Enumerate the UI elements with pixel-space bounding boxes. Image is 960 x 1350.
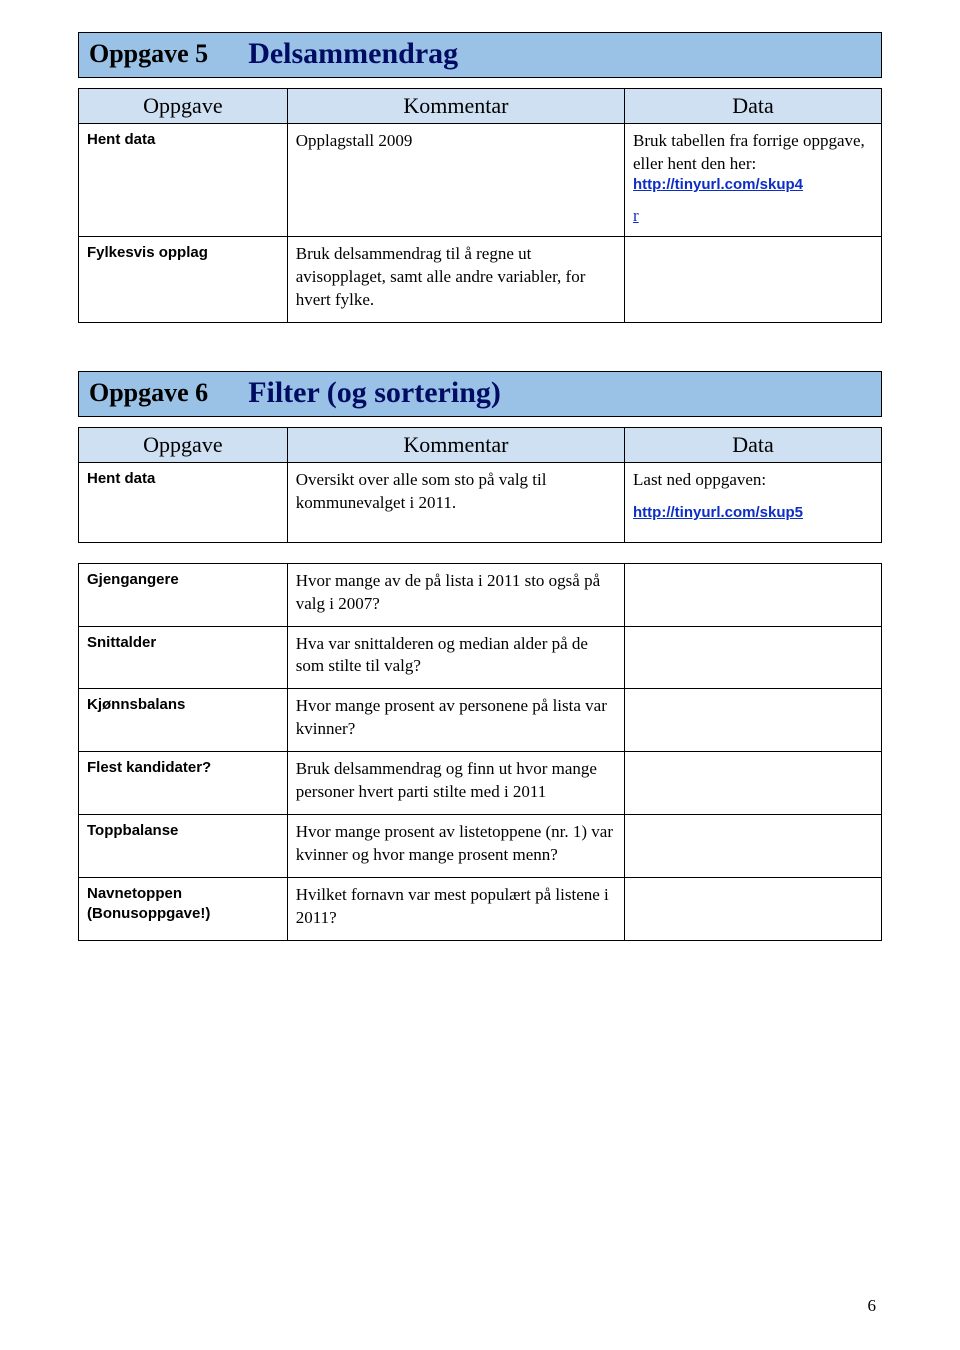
row-data-hent-data: Bruk tabellen fra forrige oppgave, eller… [625, 124, 882, 237]
section6-title: Filter (og sortering) [248, 376, 501, 410]
table-row: Navnetoppen (Bonusoppgave!) Hvilket forn… [79, 878, 882, 941]
row-kom-navnetoppen: Hvilket fornavn var mest populært på lis… [287, 878, 624, 941]
row-kom-gjengangere: Hvor mange av de på lista i 2011 sto ogs… [287, 563, 624, 626]
row-kom-snittalder: Hva var snittalderen og median alder på … [287, 626, 624, 689]
table-row: Gjengangere Hvor mange av de på lista i … [79, 563, 882, 626]
data-text: Last ned oppgaven: [633, 469, 873, 492]
section6-table-1: Oppgave Kommentar Data Hent data Oversik… [78, 427, 882, 543]
row-label-flest-kandidater: Flest kandidater? [79, 752, 288, 815]
section5-number: Oppgave 5 [89, 39, 248, 69]
col-header-oppgave: Oppgave [79, 427, 288, 462]
link-skup4[interactable]: http://tinyurl.com/skup4 [633, 176, 803, 193]
row-label-toppbalanse: Toppbalanse [79, 815, 288, 878]
row-data-snittalder [625, 626, 882, 689]
section6-table-2: Gjengangere Hvor mange av de på lista i … [78, 563, 882, 941]
row-kom-toppbalanse: Hvor mange prosent av listetoppene (nr. … [287, 815, 624, 878]
row-data-kjonnsbalans [625, 689, 882, 752]
col-header-kommentar: Kommentar [287, 427, 624, 462]
row-data-flest-kandidater [625, 752, 882, 815]
row-label-kjonnsbalans: Kjønnsbalans [79, 689, 288, 752]
table-row: Toppbalanse Hvor mange prosent av listet… [79, 815, 882, 878]
row-kom-hent-data: Opplagstall 2009 [287, 124, 624, 237]
col-header-oppgave: Oppgave [79, 89, 288, 124]
table-row: Fylkesvis opplag Bruk delsammendrag til … [79, 236, 882, 322]
col-header-data: Data [625, 89, 882, 124]
link-skup5[interactable]: http://tinyurl.com/skup5 [633, 504, 803, 521]
row-label-navnetoppen: Navnetoppen (Bonusoppgave!) [79, 878, 288, 941]
section5-title: Delsammendrag [248, 37, 458, 71]
row-label-hent-data: Hent data [79, 124, 288, 237]
col-header-kommentar: Kommentar [287, 89, 624, 124]
table-row: Hent data Oversikt over alle som sto på … [79, 462, 882, 542]
data-text: Bruk tabellen fra forrige oppgave, eller… [633, 130, 873, 176]
section5-title-bar: Oppgave 5 Delsammendrag [78, 32, 882, 78]
row-label-snittalder: Snittalder [79, 626, 288, 689]
row-kom-flest-kandidater: Bruk delsammendrag og finn ut hvor mange… [287, 752, 624, 815]
col-header-data: Data [625, 427, 882, 462]
table-row: Kjønnsbalans Hvor mange prosent av perso… [79, 689, 882, 752]
row-kom-fylkesvis: Bruk delsammendrag til å regne ut avisop… [287, 236, 624, 322]
table-row: Snittalder Hva var snittalderen og media… [79, 626, 882, 689]
table-row: Hent data Opplagstall 2009 Bruk tabellen… [79, 124, 882, 237]
section5-table: Oppgave Kommentar Data Hent data Opplags… [78, 88, 882, 323]
row-data-toppbalanse [625, 815, 882, 878]
link-r[interactable]: r [633, 206, 639, 225]
row-kom-kjonnsbalans: Hvor mange prosent av personene på lista… [287, 689, 624, 752]
row-label-gjengangere: Gjengangere [79, 563, 288, 626]
page-number: 6 [868, 1296, 877, 1316]
section6-title-bar: Oppgave 6 Filter (og sortering) [78, 371, 882, 417]
row-data-fylkesvis [625, 236, 882, 322]
row-data-gjengangere [625, 563, 882, 626]
row-kom-hent-data: Oversikt over alle som sto på valg til k… [287, 462, 624, 542]
row-label-fylkesvis: Fylkesvis opplag [79, 236, 288, 322]
section6-number: Oppgave 6 [89, 378, 248, 408]
row-data-navnetoppen [625, 878, 882, 941]
row-data-hent-data: Last ned oppgaven: http://tinyurl.com/sk… [625, 462, 882, 542]
row-label-hent-data: Hent data [79, 462, 288, 542]
table-row: Flest kandidater? Bruk delsammendrag og … [79, 752, 882, 815]
